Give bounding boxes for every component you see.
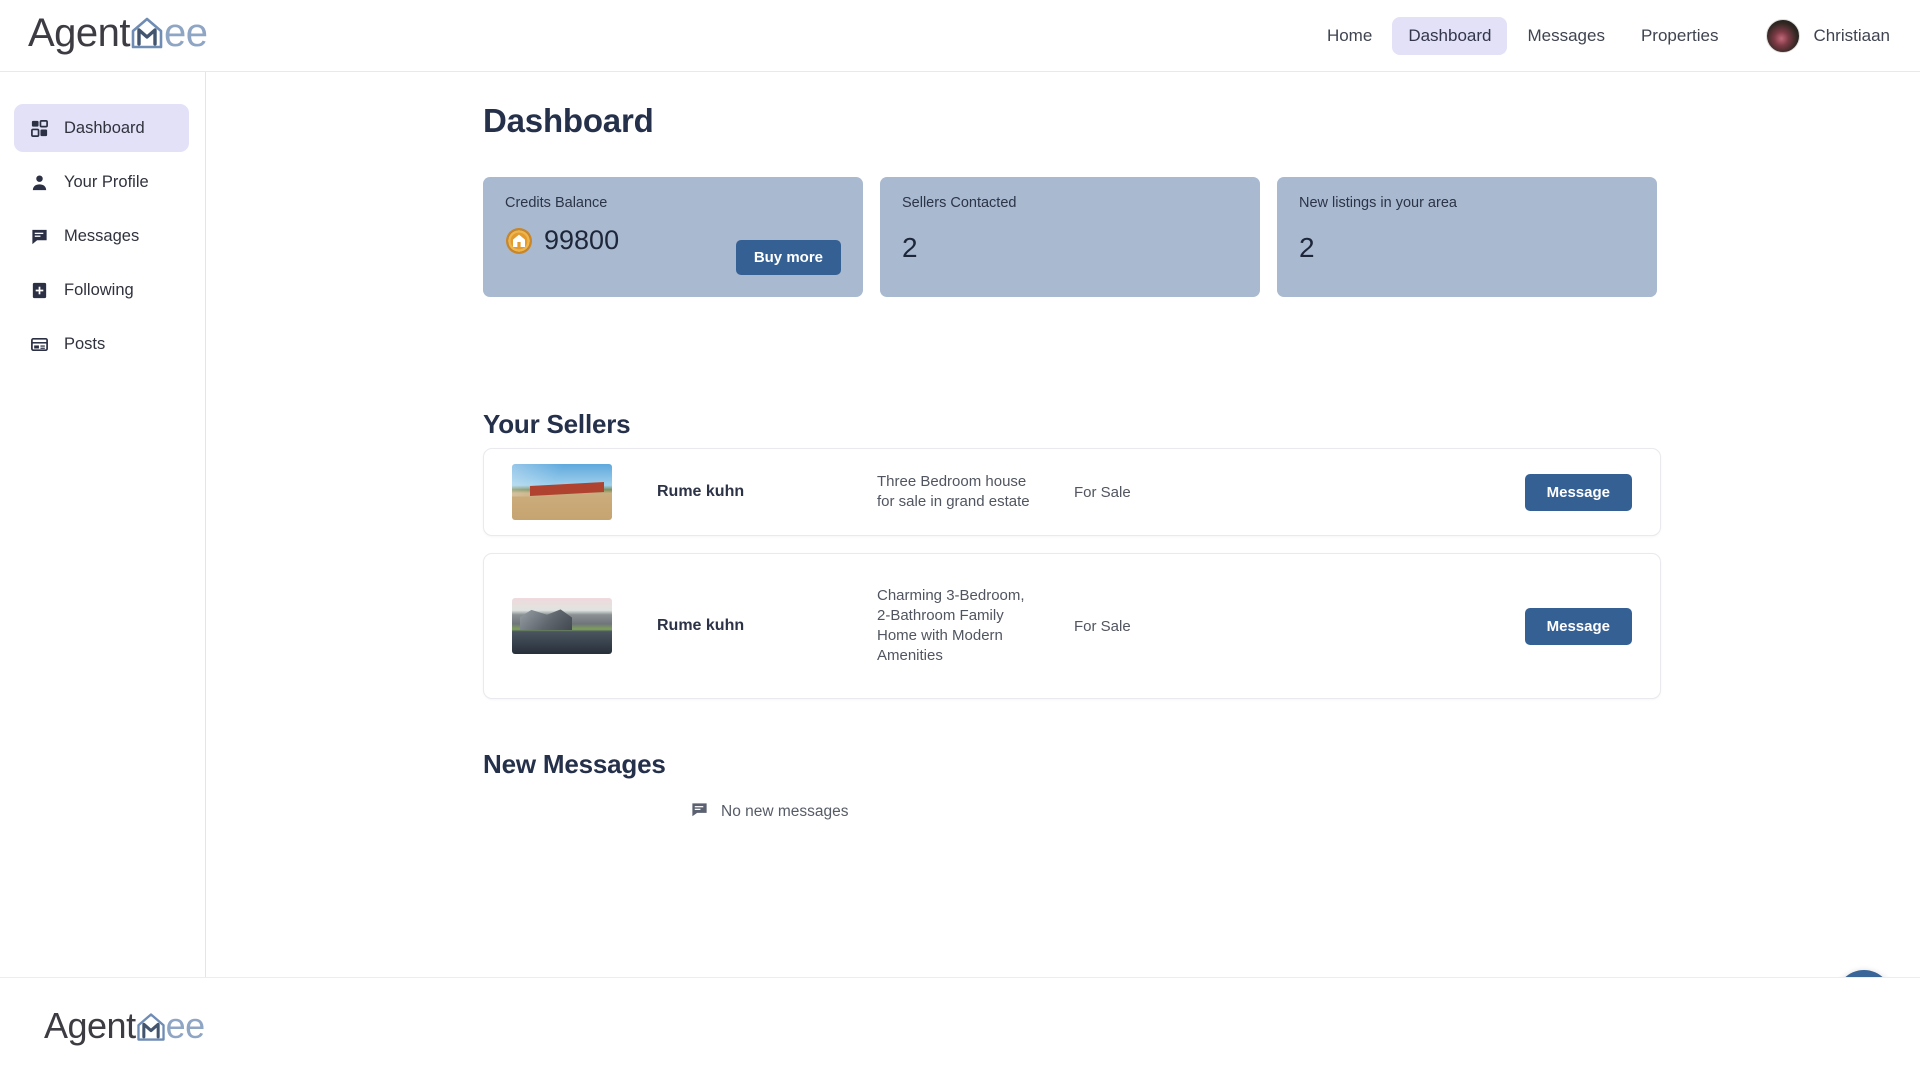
credits-balance-value: 99800 bbox=[544, 225, 620, 255]
sidebar-item-dashboard[interactable]: Dashboard bbox=[14, 104, 189, 152]
sellers-contacted-value: 2 bbox=[902, 232, 918, 263]
stat-cards: Credits Balance 99800 Buy more Sellers C… bbox=[483, 177, 1657, 297]
bookmark-plus-icon bbox=[30, 281, 49, 300]
sellers-list: Rume kuhn Three Bedroom house for sale i… bbox=[483, 448, 1661, 716]
nav-links: Home Dashboard Messages Properties Chris… bbox=[1311, 16, 1890, 55]
grid-dashboard-icon bbox=[30, 119, 49, 138]
brand-suffix: ee bbox=[164, 10, 208, 55]
property-description: Charming 3-Bedroom, 2-Bathroom Family Ho… bbox=[877, 586, 1025, 665]
seller-name: Rume kuhn bbox=[657, 483, 745, 500]
house-m-logo-icon bbox=[134, 1010, 168, 1050]
user-menu[interactable]: Christiaan bbox=[1766, 18, 1890, 53]
sidebar-item-label: Dashboard bbox=[64, 118, 145, 137]
gold-house-coin-icon bbox=[505, 227, 533, 255]
status-badge: For Sale bbox=[1074, 483, 1131, 501]
nav-properties[interactable]: Properties bbox=[1625, 17, 1734, 55]
message-button[interactable]: Message bbox=[1524, 607, 1632, 645]
brand-wordmark: Agent ee bbox=[28, 13, 208, 59]
seller-row[interactable]: Rume kuhn Three Bedroom house for sale i… bbox=[483, 448, 1661, 536]
message-button[interactable]: Message bbox=[1524, 473, 1632, 511]
chat-bubble-icon bbox=[30, 227, 49, 246]
credits-balance-card: Credits Balance 99800 Buy more bbox=[483, 177, 863, 297]
your-sellers-heading: Your Sellers bbox=[483, 409, 631, 439]
new-listings-card: New listings in your area 2 bbox=[1277, 177, 1657, 297]
article-icon bbox=[30, 335, 49, 354]
new-listings-value: 2 bbox=[1299, 232, 1315, 263]
sidebar-item-label: Your Profile bbox=[64, 172, 149, 191]
brand-prefix: Agent bbox=[28, 10, 131, 55]
sidebar-item-label: Following bbox=[64, 280, 134, 299]
brand-prefix: Agent bbox=[44, 1005, 136, 1046]
seller-row[interactable]: Rume kuhn Charming 3-Bedroom, 2-Bathroom… bbox=[483, 553, 1661, 699]
property-photo-red-roof-house bbox=[512, 464, 612, 520]
user-name-label: Christiaan bbox=[1813, 25, 1890, 45]
card-label: Credits Balance bbox=[505, 195, 608, 211]
page-title: Dashboard bbox=[483, 102, 654, 139]
property-photo-modern-lakehouse bbox=[512, 598, 612, 654]
property-description: Three Bedroom house for sale in grand es… bbox=[877, 472, 1030, 510]
sellers-contacted-card: Sellers Contacted 2 bbox=[880, 177, 1260, 297]
user-avatar-photo bbox=[1766, 18, 1801, 53]
sidebar-item-label: Posts bbox=[64, 334, 106, 353]
no-messages-text: No new messages bbox=[721, 803, 849, 820]
card-label: New listings in your area bbox=[1299, 195, 1457, 211]
new-messages-heading: New Messages bbox=[483, 749, 666, 779]
buy-more-button[interactable]: Buy more bbox=[735, 240, 841, 275]
no-messages-row: No new messages bbox=[690, 800, 849, 824]
brand-logo-header[interactable]: Agent ee bbox=[28, 13, 208, 59]
main-content: Dashboard Credits Balance 99800 Buy more… bbox=[206, 72, 1920, 977]
seller-name: Rume kuhn bbox=[657, 617, 745, 634]
nav-dashboard[interactable]: Dashboard bbox=[1392, 16, 1508, 55]
sidebar: Dashboard Your Profile Messages Followin… bbox=[0, 72, 206, 977]
brand-wordmark-footer: Agent ee bbox=[44, 1008, 205, 1050]
brand-suffix: ee bbox=[165, 1005, 206, 1046]
house-m-logo-icon bbox=[128, 14, 166, 59]
nav-home[interactable]: Home bbox=[1311, 17, 1388, 55]
footer: Agent ee bbox=[0, 977, 1920, 1080]
sidebar-item-your-profile[interactable]: Your Profile bbox=[14, 158, 189, 206]
status-badge: For Sale bbox=[1074, 617, 1131, 635]
chat-bubble-icon bbox=[690, 800, 709, 824]
sidebar-item-messages[interactable]: Messages bbox=[14, 212, 189, 260]
sidebar-item-following[interactable]: Following bbox=[14, 266, 189, 314]
card-label: Sellers Contacted bbox=[902, 195, 1017, 211]
nav-messages[interactable]: Messages bbox=[1511, 17, 1620, 55]
person-icon bbox=[30, 173, 49, 192]
top-navigation-bar: Agent ee Home Dashboard Messages Properti… bbox=[0, 0, 1920, 72]
dashboard-page: Agent ee Home Dashboard Messages Properti… bbox=[0, 0, 1920, 1080]
sidebar-item-posts[interactable]: Posts bbox=[14, 320, 189, 368]
sidebar-item-label: Messages bbox=[64, 226, 140, 245]
brand-logo-footer[interactable]: Agent ee bbox=[44, 1008, 205, 1050]
